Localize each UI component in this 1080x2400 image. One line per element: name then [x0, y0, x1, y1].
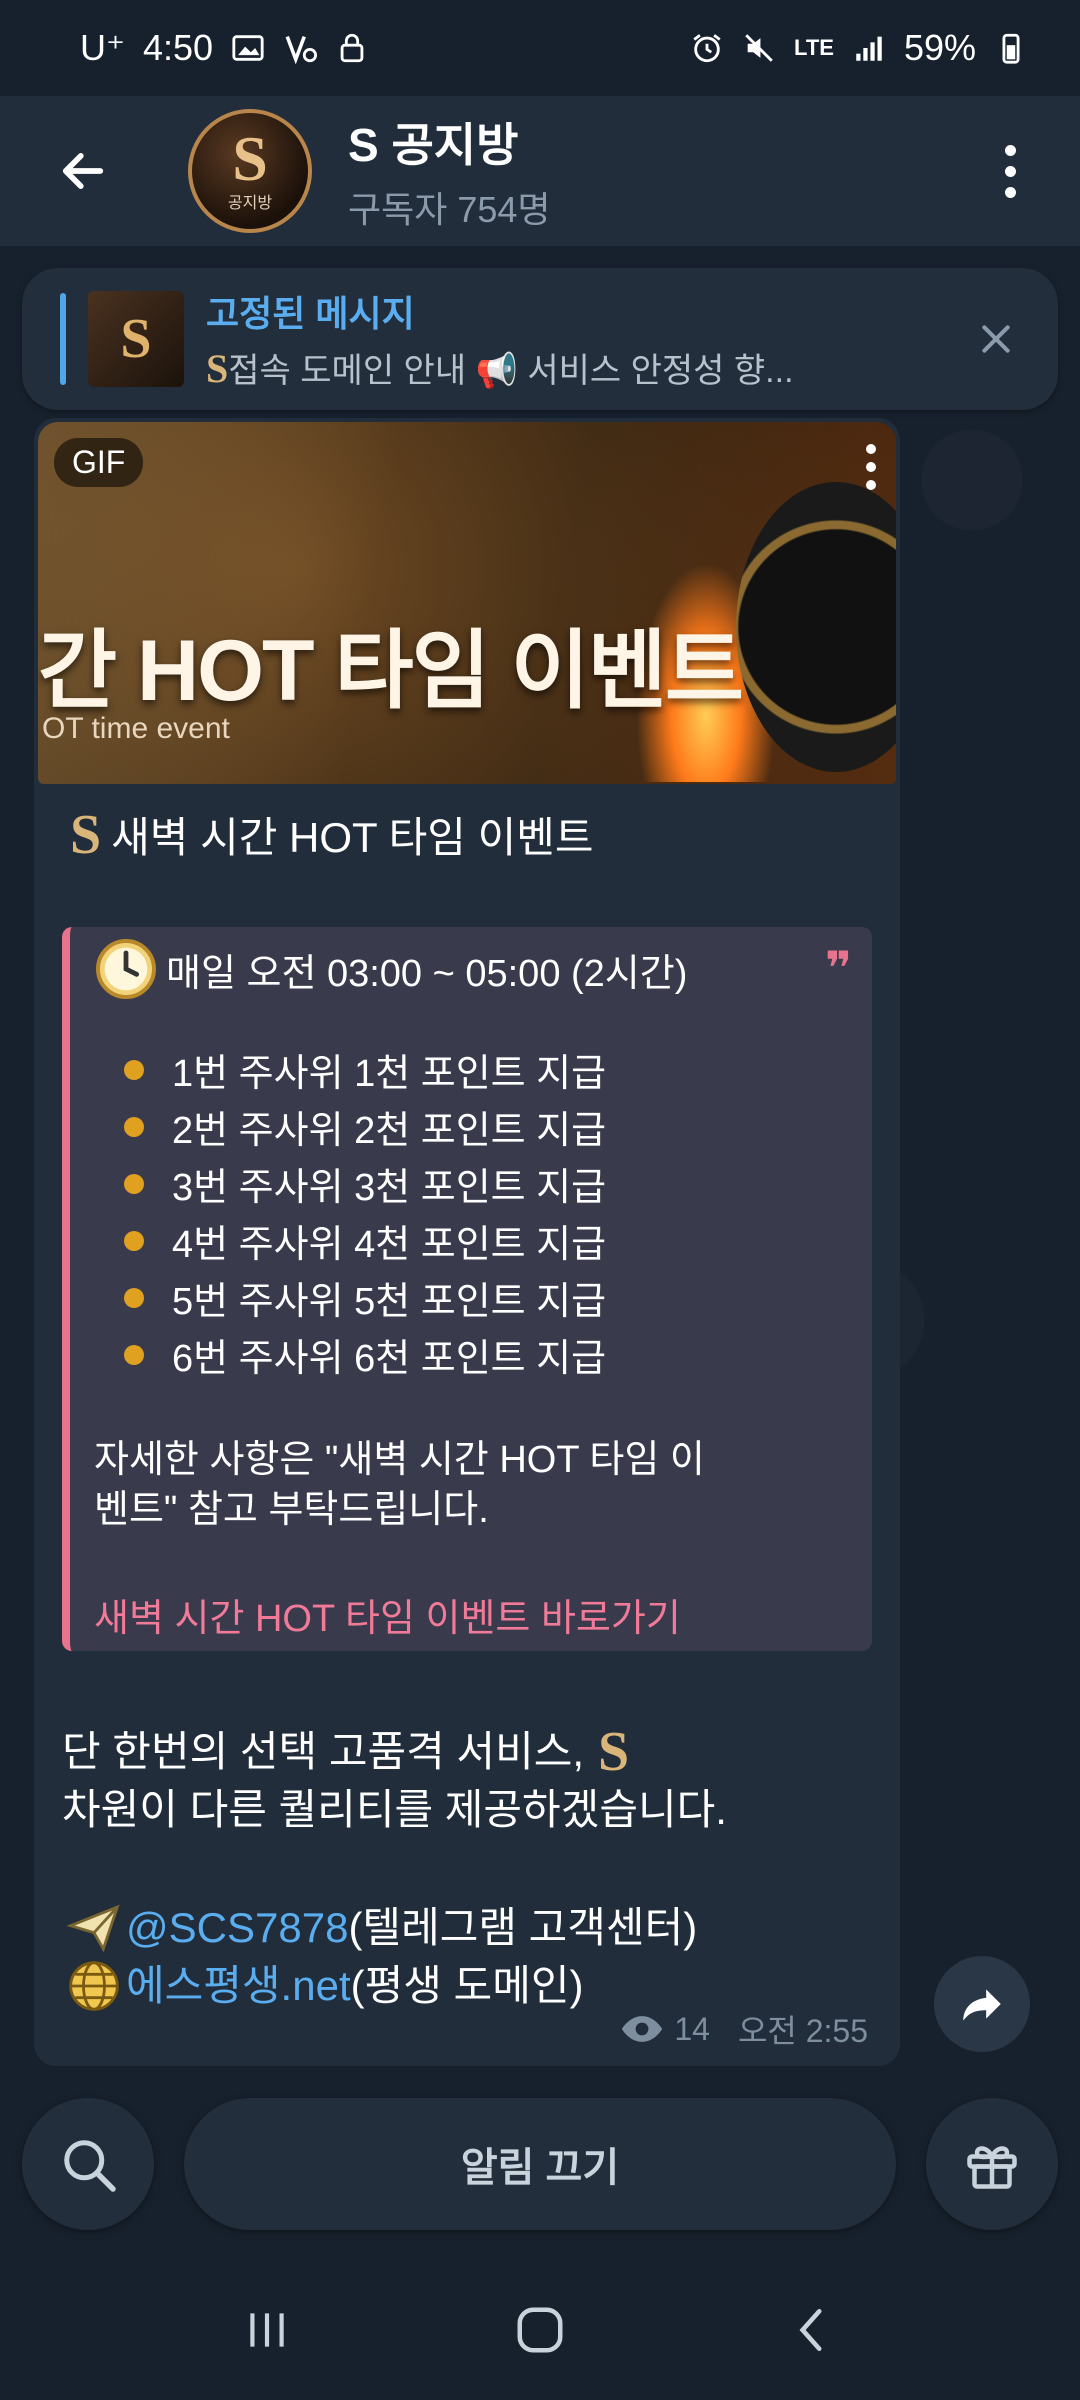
- close-icon: [982, 325, 1010, 353]
- message-bubble[interactable]: 간 HOT 타임 이벤트 OT time event GIF S 새벽 시간 H…: [34, 418, 900, 2066]
- gif-badge: GIF: [54, 438, 144, 487]
- contact-telegram-row: @SCS7878 (텔레그램 고객센터): [62, 1899, 900, 1957]
- status-time: 4:50: [143, 27, 214, 68]
- gif-media[interactable]: 간 HOT 타임 이벤트 OT time event GIF: [38, 422, 896, 784]
- message-meta: 14 오전 2:55: [620, 2006, 868, 2052]
- channel-title: S 공지방: [348, 119, 519, 171]
- kebab-dot: [866, 480, 876, 490]
- gallery-icon: [232, 35, 264, 61]
- mute-icon: [745, 34, 773, 62]
- event-time: 매일 오전 03:00 ~ 05:00 (2시간): [166, 952, 688, 995]
- gift-button[interactable]: [926, 2098, 1058, 2230]
- back-button[interactable]: [48, 136, 118, 206]
- blockquote: ❞ 매일 오전 03:00 ~ 05:00 (2시간) 1번 주사위 1천 포인…: [62, 927, 872, 1651]
- network-type: LTE: [794, 35, 834, 60]
- channel-info[interactable]: S 공지방 구독자 754명: [348, 109, 980, 233]
- event-time-row: 매일 오전 03:00 ~ 05:00 (2시간): [94, 937, 848, 1001]
- view-count: 14: [674, 2010, 710, 2047]
- event-note: 자세한 사항은 "새벽 시간 HOT 타임 이벤트" 참고 부탁드립니다.: [94, 1439, 705, 1531]
- pinned-text: 고정된 메시지 S접속 도메인 안내 📢 서비스 안정성 향...: [206, 285, 966, 394]
- channel-avatar[interactable]: S 공지방: [188, 109, 312, 233]
- message-time: 오전 2:55: [737, 2013, 868, 2049]
- recent-apps-icon: [249, 2313, 284, 2347]
- chat-header: S 공지방 S 공지방 구독자 754명: [0, 96, 1080, 246]
- kebab-dot: [1004, 165, 1016, 177]
- battery-percent: 59%: [903, 27, 976, 68]
- domain-link[interactable]: 에스평생.net: [126, 1957, 351, 2015]
- more-options-button[interactable]: [980, 126, 1040, 216]
- pinned-title: 고정된 메시지: [206, 292, 415, 334]
- list-item: 2번 주사위 2천 포인트 지급: [124, 1098, 848, 1155]
- kebab-dot: [866, 444, 876, 454]
- battery-icon: [1002, 33, 1020, 64]
- telegram-handle-link[interactable]: @SCS7878: [126, 1899, 348, 1957]
- message-title: 새벽 시간 HOT 타임 이벤트: [111, 814, 594, 861]
- telegram-handle-desc: (텔레그램 고객센터): [348, 1904, 698, 1951]
- list-item: 6번 주사위 6천 포인트 지급: [124, 1326, 848, 1383]
- kebab-dot: [1004, 186, 1016, 198]
- home-button[interactable]: [500, 2290, 580, 2370]
- clock-icon: [96, 939, 156, 999]
- s-logo-icon: S: [70, 803, 102, 866]
- recent-apps-button[interactable]: [227, 2290, 307, 2370]
- pinned-preview: 접속 도메인 안내 📢 서비스 안정성 향...: [228, 351, 794, 390]
- pinned-message-bar[interactable]: S 고정된 메시지 S접속 도메인 안내 📢 서비스 안정성 향...: [22, 268, 1058, 410]
- list-item: 5번 주사위 5천 포인트 지급: [124, 1269, 848, 1326]
- chevron-left-icon: [799, 2308, 822, 2352]
- pinned-thumbnail: S: [88, 291, 184, 387]
- system-navigation-bar: [0, 2260, 1080, 2400]
- kebab-dot: [866, 462, 876, 472]
- forward-arrow-icon: [963, 1989, 1001, 2021]
- list-item: 3번 주사위 3천 포인트 지급: [124, 1155, 848, 1212]
- globe-icon: [69, 1961, 119, 2011]
- gif-headline: 간 HOT 타임 이벤트: [38, 623, 744, 719]
- prize-list: 1번 주사위 1천 포인트 지급 2번 주사위 2천 포인트 지급 3번 주사위…: [124, 1041, 848, 1383]
- event-link[interactable]: 새벽 시간 HOT 타임 이벤트 바로가기: [94, 1587, 848, 1642]
- body-line-2: 차원이 다른 퀄리티를 제공하겠습니다.: [62, 1786, 727, 1833]
- search-button[interactable]: [22, 2098, 154, 2230]
- list-item: 4번 주사위 4천 포인트 지급: [124, 1212, 848, 1269]
- quote-icon: ❞: [825, 942, 852, 994]
- bullet-icon: [124, 1230, 144, 1251]
- list-item: 1번 주사위 1천 포인트 지급: [124, 1041, 848, 1098]
- forward-button[interactable]: [934, 1956, 1030, 2052]
- status-bar: U⁺ 4:50 LTE 59%: [0, 0, 1080, 96]
- s-logo-icon: S: [598, 1721, 630, 1783]
- gif-subline: OT time event: [42, 712, 230, 745]
- lock-icon: [340, 33, 364, 63]
- home-icon: [517, 2307, 563, 2353]
- bullet-icon: [124, 1287, 144, 1308]
- kebab-dot: [1004, 144, 1016, 156]
- search-icon: [64, 2140, 116, 2192]
- eye-icon: [622, 2016, 663, 2042]
- gift-icon: [967, 2146, 1017, 2189]
- carrier-label: U⁺: [80, 27, 125, 68]
- v-notification-icon: [285, 36, 318, 65]
- bullet-icon: [124, 1116, 144, 1137]
- message-title-row: S 새벽 시간 HOT 타임 이벤트: [70, 804, 900, 865]
- avatar-label: 공지방: [227, 195, 273, 212]
- body-line-1: 단 한번의 선택 고품격 서비스,: [62, 1728, 585, 1775]
- signal-icon: [856, 36, 882, 61]
- avatar-logo: S: [232, 123, 268, 194]
- bullet-icon: [124, 1059, 144, 1080]
- pinned-accent-bar: [60, 293, 66, 385]
- close-pinned-button[interactable]: [966, 309, 1026, 369]
- gif-menu-button[interactable]: [866, 444, 876, 490]
- domain-desc: (평생 도메인): [350, 1962, 584, 2009]
- arrow-left-icon: [62, 153, 104, 189]
- bullet-icon: [124, 1344, 144, 1365]
- bullet-icon: [124, 1173, 144, 1194]
- s-logo-icon: S: [206, 345, 229, 391]
- message-body: 단 한번의 선택 고품격 서비스, S 차원이 다른 퀄리티를 제공하겠습니다.…: [62, 1723, 900, 2015]
- paper-plane-icon: [66, 1904, 120, 1953]
- nav-back-button[interactable]: [773, 2290, 853, 2370]
- mute-notifications-button[interactable]: 알림 끄기: [184, 2098, 896, 2230]
- alarm-icon: [693, 34, 721, 63]
- subscriber-count: 구독자 754명: [348, 189, 551, 230]
